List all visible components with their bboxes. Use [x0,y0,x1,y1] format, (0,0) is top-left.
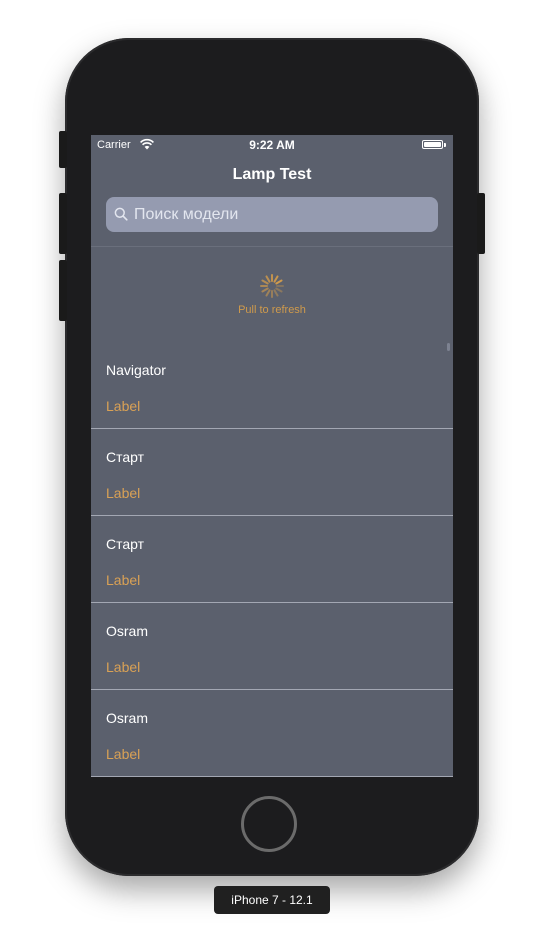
volume-up-button [59,193,67,254]
pull-to-refresh-label: Pull to refresh [238,304,306,316]
activity-spinner-icon [260,274,284,298]
search-input[interactable] [134,197,430,232]
battery-cap [444,143,446,147]
volume-down-button [59,260,67,321]
power-button [477,193,485,254]
lamp-list: Navigator Label Старт Label Старт Label … [91,342,453,777]
list-item[interactable]: Navigator Label [91,342,453,429]
list-item[interactable]: Osram Label [91,603,453,690]
list-item-title: Navigator [106,362,166,378]
list-item-subtitle: Label [106,572,141,588]
list-item-subtitle: Label [106,659,141,675]
list-item-title: Osram [106,623,148,639]
list-item-subtitle: Label [106,746,141,762]
home-button[interactable] [241,796,297,852]
status-bar: Carrier 9:22 AM [91,135,453,155]
status-time: 9:22 AM [249,138,295,152]
device-label: iPhone 7 - 12.1 [214,886,330,914]
search-bar[interactable] [106,197,438,232]
nav-title: Lamp Test [232,166,312,183]
list-item-title: Osram [106,710,148,726]
list-item-title: Старт [106,536,145,552]
list-item[interactable]: Старт Label [91,516,453,603]
battery-icon [422,140,443,149]
list-item[interactable]: Osram Label [91,690,453,777]
silent-switch [59,131,67,168]
list-item-title: Старт [106,449,145,465]
nav-divider [91,246,453,247]
list-item-subtitle: Label [106,485,141,501]
app-screen: Carrier 9:22 AM Lamp Test Pull to refres… [91,135,453,777]
list-item[interactable]: Старт Label [91,429,453,516]
search-icon [114,207,128,221]
list-item-subtitle: Label [106,398,141,414]
